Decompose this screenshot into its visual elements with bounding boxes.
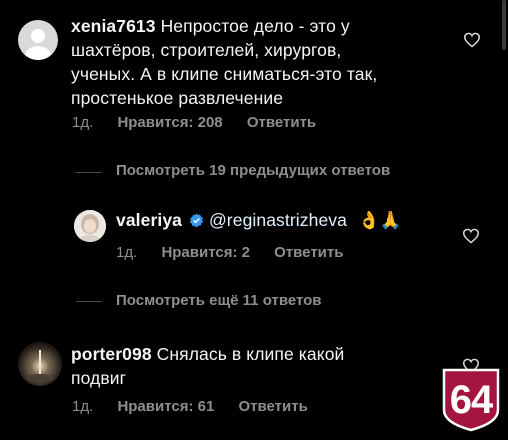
reply-button[interactable]: Ответить bbox=[238, 398, 307, 415]
heart-outline-icon[interactable] bbox=[462, 228, 480, 244]
channel-logo-badge: 64 bbox=[440, 368, 502, 432]
thread-line bbox=[76, 172, 102, 173]
avatar[interactable] bbox=[18, 342, 62, 386]
reply-button[interactable]: Ответить bbox=[274, 244, 343, 261]
thread-line bbox=[76, 301, 102, 302]
comment-meta: 1д. Нравится: 208 Ответить bbox=[72, 114, 316, 131]
likes-count[interactable]: Нравится: 2 bbox=[161, 244, 250, 261]
mention-link[interactable]: @reginastrizheva bbox=[209, 210, 347, 230]
comment-text: valeriya @reginastrizheva 👌🙏 bbox=[116, 208, 402, 232]
comment-text: xenia7613 Непростое дело - это у шахтёро… bbox=[71, 16, 378, 108]
comment-text: porter098 Снялась в клипе какой подвиг bbox=[71, 344, 345, 388]
channel-number: 64 bbox=[449, 377, 494, 422]
view-more-replies[interactable]: Посмотреть ещё 11 ответов bbox=[116, 292, 322, 309]
default-avatar-icon bbox=[25, 29, 51, 60]
avatar[interactable] bbox=[18, 20, 58, 60]
reply-button[interactable]: Ответить bbox=[247, 114, 316, 131]
comment-meta: 1д. Нравится: 61 Ответить bbox=[72, 398, 308, 415]
username[interactable]: valeriya bbox=[116, 210, 182, 230]
timestamp: 1д. bbox=[72, 398, 94, 415]
avatar[interactable] bbox=[74, 210, 106, 242]
heart-outline-icon[interactable] bbox=[463, 32, 481, 48]
username[interactable]: porter098 bbox=[71, 344, 152, 364]
likes-count[interactable]: Нравится: 208 bbox=[117, 114, 222, 131]
profile-photo-icon bbox=[74, 210, 106, 242]
view-previous-replies[interactable]: Посмотреть 19 предыдущих ответов bbox=[116, 162, 390, 179]
timestamp: 1д. bbox=[72, 114, 94, 131]
comment-meta: 1д. Нравится: 2 Ответить bbox=[116, 244, 343, 261]
verified-badge-icon bbox=[189, 213, 204, 228]
username[interactable]: xenia7613 bbox=[71, 16, 156, 36]
scrollbar[interactable] bbox=[502, 0, 506, 50]
likes-count[interactable]: Нравится: 61 bbox=[117, 398, 214, 415]
emoji: 👌🙏 bbox=[357, 210, 402, 230]
timestamp: 1д. bbox=[116, 244, 138, 261]
profile-photo-icon bbox=[18, 342, 62, 386]
